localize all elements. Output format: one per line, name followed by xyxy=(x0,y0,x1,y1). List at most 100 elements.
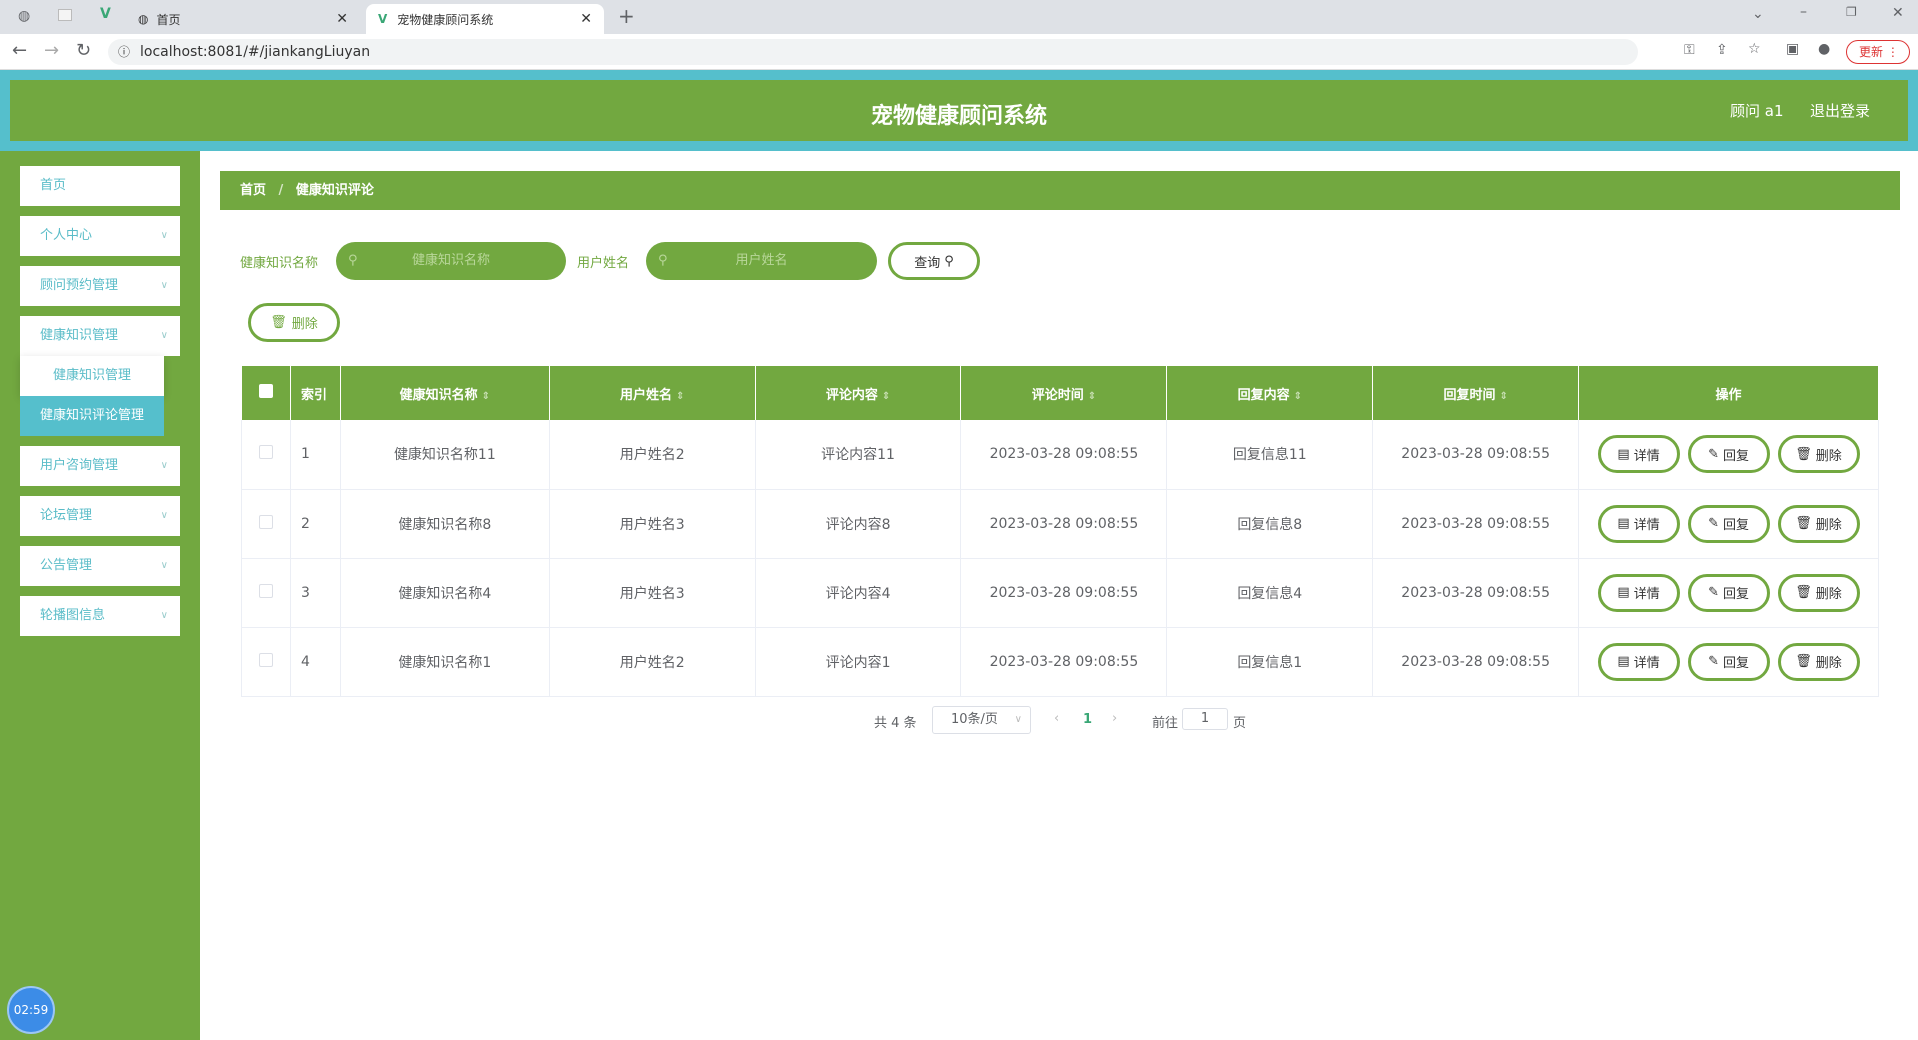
header-label: 评论内容 xyxy=(825,387,878,403)
share-icon[interactable]: ⇪ xyxy=(1716,42,1728,58)
search-icon: ⚲ xyxy=(348,253,358,268)
col-index: 索引 xyxy=(290,366,341,420)
sidebar-item-home[interactable]: 首页 xyxy=(20,166,180,206)
sidebar-item-carousel[interactable]: 轮播图信息 ∨ xyxy=(20,596,180,636)
info-icon: ⓘ xyxy=(118,45,131,59)
page-icon[interactable] xyxy=(58,9,72,21)
detail-button[interactable]: ▤ 详情 xyxy=(1597,573,1680,612)
document-icon: ▤ xyxy=(1617,446,1630,462)
reply-button[interactable]: ✎ 回复 xyxy=(1687,435,1770,474)
delete-button[interactable]: 🗑 删除 xyxy=(1777,642,1860,681)
header-label: 回复时间 xyxy=(1443,387,1496,403)
app-header: 宠物健康顾问系统 顾问 a1 退出登录 xyxy=(0,70,1918,151)
profile-icon[interactable]: ● xyxy=(1818,41,1830,57)
document-icon: ▤ xyxy=(1617,516,1630,531)
sidebar-item-label: 用户咨询管理 xyxy=(40,458,119,473)
sidebar-item-notice[interactable]: 公告管理 ∨ xyxy=(20,546,180,586)
chevron-down-icon: ∨ xyxy=(160,610,168,621)
query-button[interactable]: 查询 ⚲ xyxy=(888,242,980,280)
user-name-input[interactable]: ⚲ 用户姓名 xyxy=(646,242,877,280)
delete-button[interactable]: 🗑 删除 xyxy=(1777,435,1860,474)
select-all-checkbox[interactable] xyxy=(241,366,291,420)
cell-reply: 回复信息8 xyxy=(1166,489,1374,559)
cell-reply-time: 2023-03-28 09:08:55 xyxy=(1372,627,1580,697)
row-checkbox[interactable] xyxy=(241,558,291,628)
minimize-icon[interactable]: – xyxy=(1800,4,1807,20)
sidebar-item-label: 公告管理 xyxy=(40,558,93,573)
vue-icon[interactable]: V xyxy=(100,6,111,22)
window-close-icon[interactable]: ✕ xyxy=(1892,5,1904,21)
close-icon[interactable]: ✕ xyxy=(580,11,592,27)
trash-icon: 🗑 xyxy=(1795,585,1812,600)
sort-icon[interactable]: ⇕ xyxy=(1499,391,1507,402)
update-button[interactable]: 更新 ⋮ xyxy=(1846,40,1910,64)
back-icon[interactable]: ← xyxy=(12,40,27,61)
globe-icon[interactable]: ◍ xyxy=(18,8,30,24)
logout-link[interactable]: 退出登录 xyxy=(1810,100,1870,121)
detail-button[interactable]: ▤ 详情 xyxy=(1597,435,1680,474)
cell-comment: 评论内容8 xyxy=(755,489,962,559)
sort-icon[interactable]: ⇕ xyxy=(1088,391,1096,402)
row-checkbox[interactable] xyxy=(241,489,291,559)
goto-page-input[interactable]: 1 xyxy=(1182,708,1228,730)
detail-button[interactable]: ▤ 详情 xyxy=(1597,504,1680,543)
sidebar-item-consult[interactable]: 用户咨询管理 ∨ xyxy=(20,446,180,486)
star-icon[interactable]: ☆ xyxy=(1748,41,1761,57)
close-icon[interactable]: ✕ xyxy=(336,11,348,27)
sidebar-item-appointments[interactable]: 顾问预约管理 ∨ xyxy=(20,266,180,306)
sidebar-item-personal[interactable]: 个人中心 ∨ xyxy=(20,216,180,256)
sort-icon[interactable]: ⇕ xyxy=(882,391,890,402)
reload-icon[interactable]: ↻ xyxy=(76,40,91,61)
reply-button[interactable]: ✎ 回复 xyxy=(1687,504,1770,543)
header-label: 健康知识名称 xyxy=(399,387,478,403)
reply-button[interactable]: ✎ 回复 xyxy=(1687,573,1770,612)
col-reply-time[interactable]: 回复时间 ⇕ xyxy=(1372,366,1580,420)
tab-search-icon[interactable]: ⌄ xyxy=(1752,6,1764,22)
delete-button[interactable]: 🗑 删除 xyxy=(1777,504,1860,543)
knowledge-name-input[interactable]: ⚲ 健康知识名称 xyxy=(336,242,566,280)
breadcrumb-home[interactable]: 首页 xyxy=(240,183,266,198)
row-checkbox[interactable] xyxy=(241,420,291,490)
sidepanel-icon[interactable]: ▣ xyxy=(1786,41,1799,57)
restore-icon[interactable]: ❐ xyxy=(1846,5,1857,19)
sort-icon[interactable]: ⇕ xyxy=(676,391,684,402)
sort-icon[interactable]: ⇕ xyxy=(482,391,490,402)
user-name[interactable]: 顾问 a1 xyxy=(1730,100,1784,121)
placeholder: 健康知识名称 xyxy=(411,253,490,268)
new-tab-icon[interactable]: + xyxy=(618,4,635,28)
sidebar-item-health-knowledge[interactable]: 健康知识管理 ∨ xyxy=(20,316,180,356)
row-checkbox[interactable] xyxy=(241,627,291,697)
batch-delete-button[interactable]: 🗑 删除 xyxy=(248,303,340,342)
prev-page-icon[interactable]: ‹ xyxy=(1054,711,1059,726)
tab-current[interactable]: V 宠物健康顾问系统 ✕ xyxy=(366,4,604,34)
detail-button[interactable]: ▤ 详情 xyxy=(1597,642,1680,681)
col-knowledge-name[interactable]: 健康知识名称 ⇕ xyxy=(340,366,550,420)
reply-button[interactable]: ✎ 回复 xyxy=(1687,642,1770,681)
table-row: 2 健康知识名称8 用户姓名3 评论内容8 2023-03-28 09:08:55 回复信… xyxy=(241,489,1879,559)
sort-icon[interactable]: ⇕ xyxy=(1294,391,1302,402)
edit-icon: ✎ xyxy=(1708,654,1719,669)
col-comment[interactable]: 评论内容 ⇕ xyxy=(755,366,962,420)
next-page-icon[interactable]: › xyxy=(1112,711,1117,726)
chevron-down-icon: ∨ xyxy=(160,330,168,341)
page-size-select[interactable]: 10条/页 ∨ xyxy=(932,706,1031,734)
clock-widget[interactable]: 02:59 xyxy=(7,986,55,1034)
header-label: 回复内容 xyxy=(1237,387,1290,403)
current-page[interactable]: 1 xyxy=(1083,712,1092,727)
col-comment-time[interactable]: 评论时间 ⇕ xyxy=(960,366,1168,420)
chevron-down-icon: ∨ xyxy=(1014,714,1022,725)
cell-comment: 评论内容1 xyxy=(755,627,962,697)
col-reply[interactable]: 回复内容 ⇕ xyxy=(1166,366,1374,420)
key-icon[interactable]: ⚿ xyxy=(1684,42,1695,58)
tab-home[interactable]: ◍ 首页 ✕ xyxy=(130,4,360,34)
delete-button[interactable]: 🗑 删除 xyxy=(1777,573,1860,612)
sidebar-item-forum[interactable]: 论坛管理 ∨ xyxy=(20,496,180,536)
submenu-health-knowledge[interactable]: 健康知识管理 xyxy=(20,356,164,396)
col-user-name[interactable]: 用户姓名 ⇕ xyxy=(549,366,756,420)
edit-icon: ✎ xyxy=(1708,516,1719,531)
submenu-health-comments[interactable]: 健康知识评论管理 xyxy=(20,396,164,436)
search-label-user: 用户姓名 xyxy=(577,256,630,271)
url-input[interactable]: ⓘ localhost:8081/#/jiankangLiuyan xyxy=(108,39,1638,65)
pagination: 共 4 条 10条/页 ∨ ‹ 1 › 前往 1 页 xyxy=(0,706,1918,736)
forward-icon[interactable]: → xyxy=(44,40,59,61)
